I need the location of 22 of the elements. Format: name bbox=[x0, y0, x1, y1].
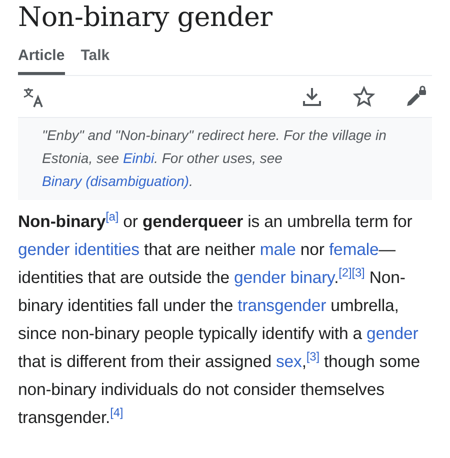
tab[interactable]: Article bbox=[18, 45, 65, 75]
hatnote: "Enby" and "Non-binary" redirect here. For the village in Estonia, see Einbi. For other uses, see Binary (disambiguation). bbox=[18, 118, 432, 200]
article-link[interactable]: gender binary bbox=[234, 268, 334, 287]
article-link[interactable]: gender bbox=[366, 324, 418, 343]
article-link[interactable]: male bbox=[260, 240, 296, 259]
article-link[interactable]: sex bbox=[276, 352, 302, 371]
star-icon[interactable] bbox=[352, 85, 376, 109]
reference-link[interactable]: [2] bbox=[338, 265, 352, 280]
article-paragraph: Non-binary$^{[a]}$ or genderqueer is an umbrella term for gender identities that are neither male nor female—identities that are outside the gender binary.$^{[2]}$$^{[3]}$ Non-binary identities fall under the transgender umbrella, since non-binary people typically identify with a gender that is different from their assigned sex,$^{[3]}$ though some non-binary individuals do not consider themselves transgender.$^{[4]}$ bbox=[18, 208, 421, 429]
article-link[interactable]: Binary (disambiguation) bbox=[42, 173, 190, 189]
download-icon[interactable] bbox=[300, 85, 324, 109]
article-link[interactable]: gender identities bbox=[18, 240, 140, 259]
page-title: Non-binary gender bbox=[18, 1, 274, 33]
reference-link[interactable]: [4] bbox=[110, 405, 124, 420]
locked-pencil-icon[interactable] bbox=[404, 85, 428, 109]
article-link[interactable]: Einbi bbox=[122, 150, 154, 166]
reference-link[interactable]: [3] bbox=[306, 349, 320, 364]
article-link[interactable]: female bbox=[328, 240, 379, 259]
reference-link[interactable]: [3] bbox=[352, 265, 365, 280]
reference-link[interactable]: [a] bbox=[106, 209, 119, 224]
article-link[interactable]: transgender bbox=[238, 296, 326, 315]
tab[interactable]: Talk bbox=[80, 45, 110, 75]
